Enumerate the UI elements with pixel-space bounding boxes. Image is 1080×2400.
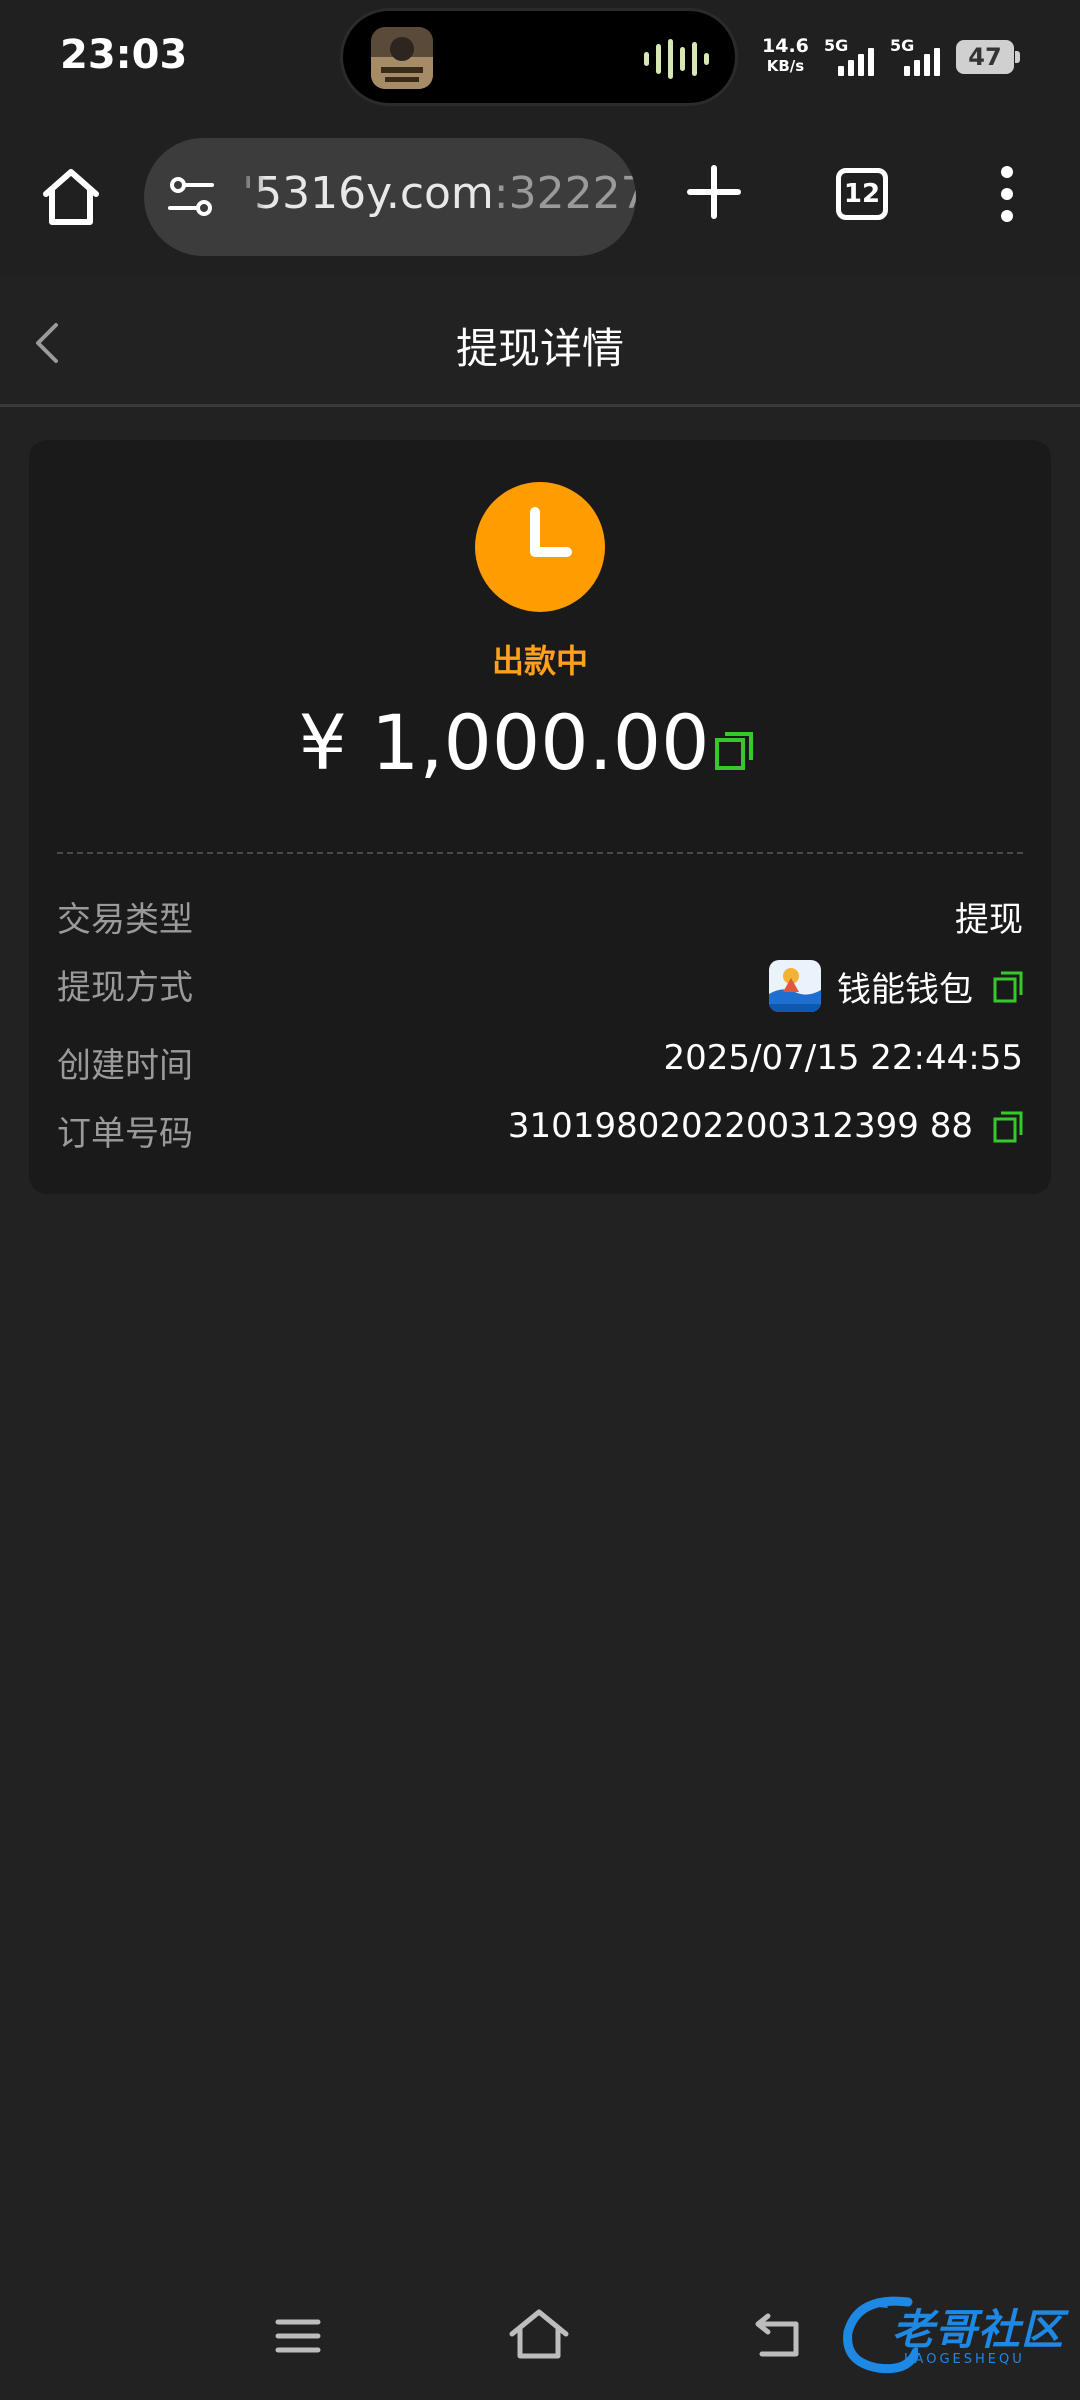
home-icon	[509, 2309, 569, 2359]
copy-amount-button[interactable]	[713, 728, 755, 772]
dashed-divider	[57, 852, 1023, 854]
signal-5g-2-icon: 5G	[890, 36, 950, 76]
amount: ¥ 1,000.00	[298, 698, 710, 787]
recent-apps-button[interactable]	[274, 2316, 322, 2356]
withdrawal-detail-card: 出款中 ¥ 1,000.00 交易类型 提现 提现方式 钱能钱包 创建时间 20…	[29, 440, 1051, 1194]
status-time: 23:03	[60, 32, 188, 78]
back-arrow-icon	[755, 2313, 799, 2357]
copy-icon	[993, 971, 1023, 1003]
detail-row-method: 提现方式 钱能钱包	[57, 960, 1023, 1024]
detail-row-created-time: 创建时间 2025/07/15 22:44:55	[57, 1038, 1023, 1086]
copy-method-button[interactable]	[993, 969, 1023, 1003]
page-header: 提现详情	[0, 275, 1080, 407]
network-speed: 14.6 KB/s	[762, 35, 809, 75]
more-vertical-icon	[1001, 166, 1013, 222]
audio-wave-icon	[644, 39, 709, 79]
signal-5g-1-icon: 5G	[824, 36, 884, 76]
address-bar[interactable]: '5316y.com:32227	[144, 138, 636, 256]
dynamic-island[interactable]	[340, 8, 738, 106]
detail-row-type: 交易类型 提现	[57, 900, 1023, 940]
site-settings-icon[interactable]	[166, 172, 218, 222]
system-navigation-bar: 老哥社区 LAOGESHEQU	[0, 2270, 1080, 2400]
new-tab-button[interactable]	[686, 164, 742, 220]
url-text[interactable]: '5316y.com:32227	[242, 168, 636, 219]
detail-row-order-number: 订单号码 3101980202200312399 88	[57, 1106, 1023, 1166]
media-thumbnail-icon	[371, 27, 433, 89]
copy-icon	[993, 1111, 1023, 1143]
browser-toolbar: '5316y.com:32227 12	[0, 120, 1080, 275]
system-home-button[interactable]	[506, 2306, 572, 2362]
watermark-logo: 老哥社区 LAOGESHEQU	[838, 2292, 1074, 2382]
system-back-button[interactable]	[752, 2310, 808, 2360]
copy-icon	[715, 732, 753, 770]
status-bar: 23:03 14.6 KB/s 5G 5G 47	[0, 0, 1080, 120]
clock-icon	[475, 482, 605, 612]
plus-icon	[687, 165, 741, 219]
battery-icon: 47	[956, 40, 1020, 74]
wallet-logo	[769, 960, 821, 1012]
browser-home-button[interactable]	[38, 164, 104, 230]
status-label: 出款中	[491, 642, 588, 680]
tab-switcher-button[interactable]: 12	[836, 168, 888, 220]
menu-icon	[275, 2319, 321, 2353]
page-title: 提现详情	[455, 324, 624, 373]
browser-menu-button[interactable]	[990, 164, 1024, 224]
home-icon	[43, 169, 99, 225]
copy-order-number-button[interactable]	[993, 1109, 1023, 1143]
